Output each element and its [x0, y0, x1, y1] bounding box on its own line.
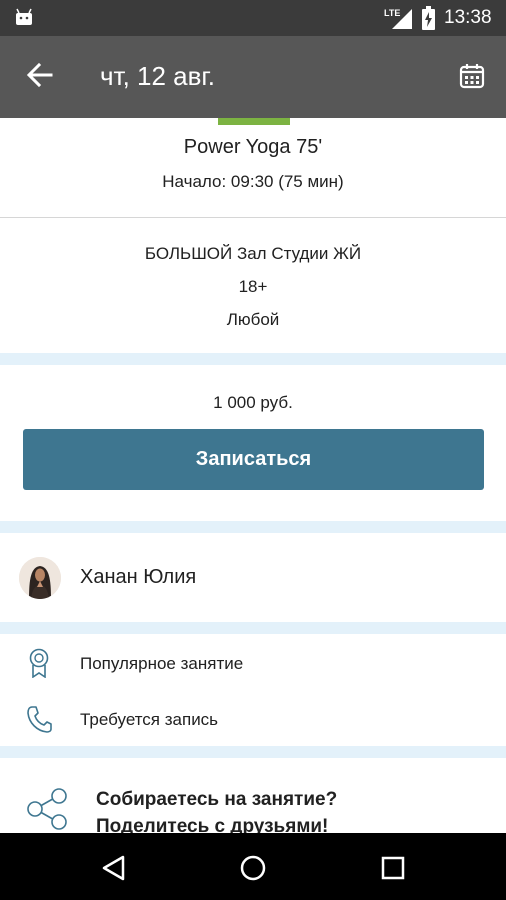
age-restriction: 18+ [238, 277, 268, 296]
section-separator [0, 622, 506, 634]
signup-button[interactable]: Записаться [23, 429, 484, 490]
avatar-image [19, 557, 61, 599]
hall-name: БОЛЬШОЙ Зал Студии ЖЙ [144, 244, 362, 263]
share-prompt[interactable]: Собираетесь на занятие? Поделитесь с дру… [96, 786, 337, 840]
class-level: Любой [226, 310, 280, 329]
trainer-avatar[interactable] [19, 557, 61, 599]
feature-booking-required: Требуется запись [80, 710, 219, 729]
award-icon [29, 648, 49, 678]
trainer-name[interactable]: Ханан Юлия [80, 566, 196, 589]
section-separator [0, 521, 506, 533]
section-separator [0, 746, 506, 758]
nav-recents-icon[interactable] [378, 853, 408, 883]
calendar-icon[interactable] [458, 62, 486, 90]
status-bar: LTE 13:38 [0, 0, 506, 36]
share-icon[interactable] [24, 786, 70, 832]
android-icon [16, 8, 32, 25]
app-bar: чт, 12 авг. [0, 36, 506, 118]
page-title: чт, 12 авг. [100, 61, 215, 91]
back-arrow-icon[interactable] [26, 61, 54, 89]
tab-indicator [218, 118, 290, 125]
clock: 13:38 [444, 7, 492, 28]
section-separator [0, 353, 506, 365]
nav-home-icon[interactable] [238, 853, 268, 883]
phone-icon [27, 706, 52, 733]
class-title: Power Yoga 75' [183, 136, 323, 158]
signal-icon [392, 9, 412, 29]
battery-charging-icon [422, 6, 435, 30]
divider [0, 217, 506, 218]
feature-popular: Популярное занятие [80, 654, 244, 673]
class-price: 1 000 руб. [213, 393, 293, 412]
nav-back-icon[interactable] [99, 853, 129, 883]
navigation-bar [0, 833, 506, 900]
class-start-time: Начало: 09:30 (75 мин) [162, 172, 344, 191]
share-prompt-line1: Собираетесь на занятие? [96, 789, 338, 810]
